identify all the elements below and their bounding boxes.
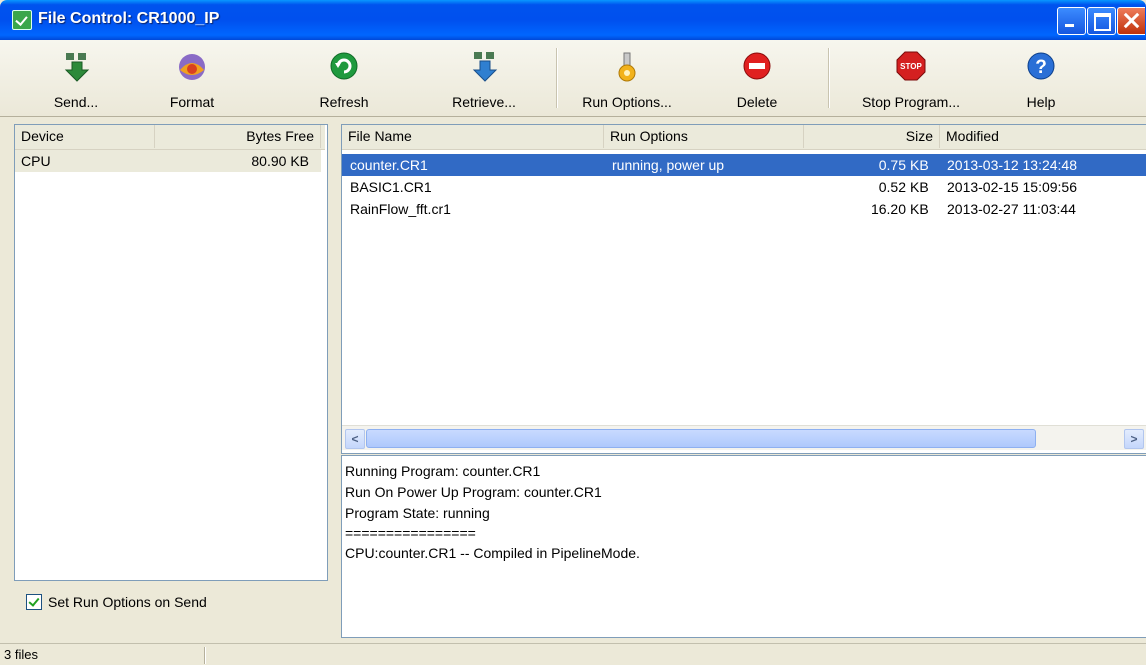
run-options-button[interactable]: Run Options... (572, 46, 682, 112)
scroll-left-button[interactable]: < (345, 429, 365, 449)
file-name: counter.CR1 (350, 157, 428, 173)
file-run-options: running, power up (612, 157, 725, 173)
checkbox-checked-icon[interactable] (26, 594, 42, 610)
svg-text:?: ? (1035, 57, 1047, 78)
retrieve-label: Retrieve... (452, 94, 516, 110)
help-label: Help (1026, 94, 1056, 110)
file-list-header: File Name Run Options Size Modified (342, 125, 1146, 150)
output-line: CPU:counter.CR1 -- Compiled in PipelineM… (345, 545, 640, 561)
status-bar: 3 files (0, 643, 1146, 665)
column-header-file-name[interactable]: File Name (342, 125, 604, 148)
file-modified: 2013-03-12 13:24:48 (947, 157, 1077, 173)
scroll-right-button[interactable]: > (1124, 429, 1144, 449)
send-button[interactable]: Send... (21, 46, 131, 112)
delete-label: Delete (736, 94, 778, 110)
output-line: Running Program: counter.CR1 (345, 463, 541, 479)
delete-icon (743, 52, 771, 80)
column-header-modified[interactable]: Modified (940, 125, 1146, 148)
refresh-label: Refresh (319, 94, 369, 110)
refresh-button[interactable]: Refresh (289, 46, 399, 112)
device-row[interactable]: CPU 80.90 KB (15, 150, 321, 172)
toolbar-separator (556, 48, 558, 108)
file-size-unit: KB (910, 179, 929, 195)
device-list[interactable]: Device Bytes Free CPU 80.90 KB (14, 124, 328, 581)
output-line: Run On Power Up Program: counter.CR1 (345, 484, 602, 500)
file-size-unit: KB (910, 201, 929, 217)
device-bytes-free: 80.90 KB (251, 153, 309, 169)
file-modified: 2013-02-27 11:03:44 (947, 201, 1076, 217)
status-file-count: 3 files (4, 647, 38, 662)
column-header-bytes-free[interactable]: Bytes Free (155, 125, 321, 148)
scrollbar-thumb[interactable] (366, 429, 1036, 448)
file-size: 0.75 (878, 157, 906, 173)
minimize-button[interactable] (1057, 7, 1086, 35)
device-name: CPU (21, 153, 51, 169)
format-icon (179, 54, 205, 80)
file-list[interactable]: File Name Run Options Size Modified coun… (341, 124, 1146, 454)
toolbar-separator (828, 48, 830, 108)
file-size: 0.52 (878, 179, 906, 195)
status-divider (204, 647, 206, 664)
help-button[interactable]: ? Help (986, 46, 1096, 112)
format-label: Format (169, 94, 215, 110)
delete-button[interactable]: Delete (702, 46, 812, 112)
title-bar[interactable]: File Control: CR1000_IP (0, 0, 1146, 40)
stop-program-button[interactable]: STOP Stop Program... (849, 46, 973, 112)
file-control-window: File Control: CR1000_IP Send... Format R… (0, 0, 1146, 665)
file-name: BASIC1.CR1 (350, 179, 432, 195)
run-options-icon (618, 52, 636, 82)
send-icon (64, 53, 90, 82)
column-header-run-options[interactable]: Run Options (604, 125, 804, 148)
device-list-header: Device Bytes Free (15, 125, 325, 150)
file-row[interactable]: BASIC1.CR1 0.52 KB 2013-02-15 15:09:56 (342, 176, 1146, 198)
set-run-options-label: Set Run Options on Send (48, 594, 207, 610)
format-button[interactable]: Format (137, 46, 247, 112)
toolbar: Send... Format Refresh Retrieve... Run O… (0, 40, 1146, 117)
file-modified: 2013-02-15 15:09:56 (947, 179, 1077, 195)
retrieve-icon (472, 52, 498, 82)
run-options-label: Run Options... (582, 94, 672, 110)
app-icon (12, 10, 32, 30)
close-button[interactable] (1117, 7, 1145, 35)
file-row[interactable]: RainFlow_fft.cr1 16.20 KB 2013-02-27 11:… (342, 198, 1146, 220)
file-name: RainFlow_fft.cr1 (350, 201, 451, 217)
stop-program-label: Stop Program... (861, 94, 961, 110)
file-size-unit: KB (910, 157, 929, 173)
window-title: File Control: CR1000_IP (38, 10, 220, 27)
maximize-button[interactable] (1087, 7, 1116, 35)
send-label: Send... (53, 94, 99, 110)
refresh-icon (330, 52, 358, 80)
stop-icon: STOP (896, 51, 926, 81)
file-size: 16.20 (870, 201, 906, 217)
output-line: Program State: running (345, 505, 490, 521)
horizontal-scrollbar[interactable]: < > (342, 425, 1146, 450)
svg-text:STOP: STOP (900, 62, 922, 71)
file-row[interactable]: counter.CR1 running, power up 0.75 KB 20… (342, 154, 1146, 176)
retrieve-button[interactable]: Retrieve... (429, 46, 539, 112)
column-header-device[interactable]: Device (15, 125, 155, 148)
program-output-panel[interactable]: Running Program: counter.CR1 Run On Powe… (341, 455, 1146, 638)
output-line: ================ (345, 525, 476, 541)
column-header-size[interactable]: Size (804, 125, 940, 148)
help-icon: ? (1027, 52, 1055, 80)
